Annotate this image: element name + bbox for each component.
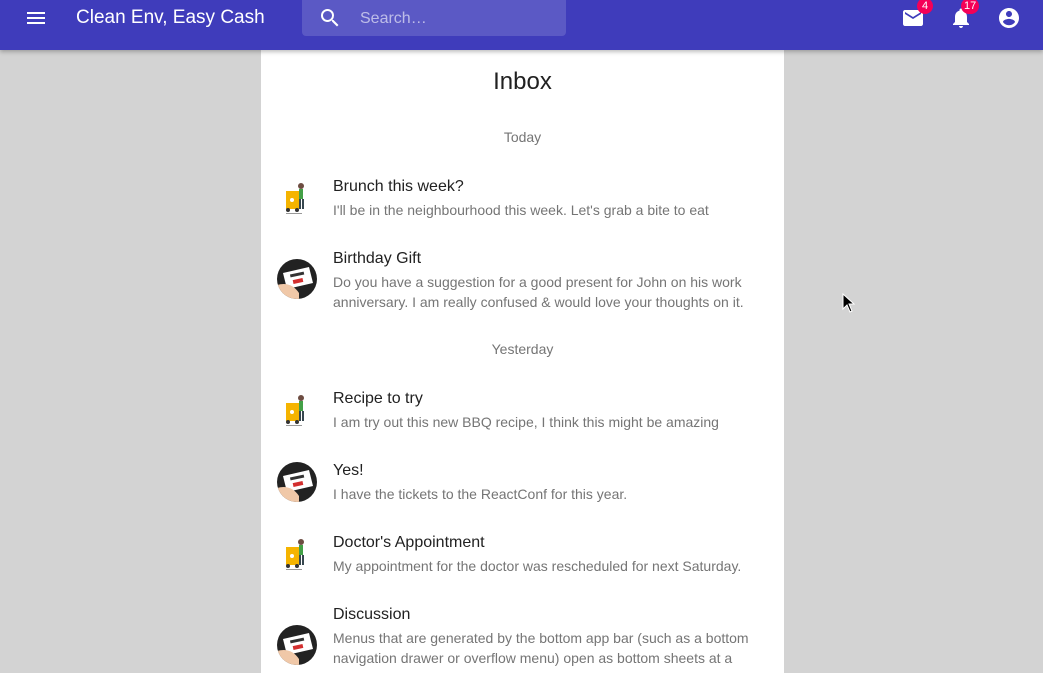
message-item[interactable]: Birthday Gift Do you have a suggestion f… [261,250,784,310]
message-title: Doctor's Appointment [333,534,485,551]
subheader-today: Today [503,129,542,145]
delivery-avatar [286,395,304,426]
mail-button[interactable]: 4 [901,0,933,30]
we-want-you-avatar [277,259,317,299]
we-want-you-avatar [277,625,317,665]
inbox-title: Inbox [493,68,552,95]
mouse-cursor-icon [842,293,856,313]
message-title: Birthday Gift [333,250,422,267]
message-preview: Do you have a suggestion for a good pres… [333,274,744,310]
we-want-you-avatar [277,462,317,502]
search-input[interactable] [358,4,562,34]
app-bar: Clean Env, Easy Cash 4 17 [0,0,1043,50]
mail-badge: 4 [917,0,933,14]
message-preview: My appointment for the doctor was resche… [333,558,742,574]
message-item[interactable]: Discussion Menus that are generated by t… [261,606,784,673]
message-preview: I have the tickets to the ReactConf for … [333,486,628,502]
message-item[interactable]: Brunch this week? I'll be in the neighbo… [261,178,784,234]
delivery-avatar [286,539,304,570]
notifications-button[interactable]: 17 [949,0,980,30]
message-title: Recipe to try [333,390,423,407]
delivery-avatar [286,183,304,214]
message-title: Brunch this week? [333,178,464,195]
message-item[interactable]: Recipe to try I am try out this new BBQ … [261,390,784,446]
account-circle-icon[interactable] [997,6,1021,30]
message-item[interactable]: Doctor's Appointment My appointment for … [261,534,784,590]
inbox-panel: Inbox Today Brunch this week? I'll be in… [261,50,784,673]
subheader-yesterday: Yesterday [491,341,554,357]
message-preview: Menus that are generated by the bottom a… [333,630,749,673]
message-title: Discussion [333,606,411,623]
search-icon [321,9,339,27]
app-title: Clean Env, Easy Cash [76,7,265,28]
menu-icon[interactable] [24,6,48,30]
search-box[interactable] [302,0,566,36]
message-preview: I am try out this new BBQ recipe, I thin… [333,414,719,430]
notifications-badge: 17 [961,0,980,14]
message-title: Yes! [333,462,364,479]
message-preview: I'll be in the neighbourhood this week. … [333,202,709,218]
message-item[interactable]: Yes! I have the tickets to the ReactConf… [261,462,784,518]
